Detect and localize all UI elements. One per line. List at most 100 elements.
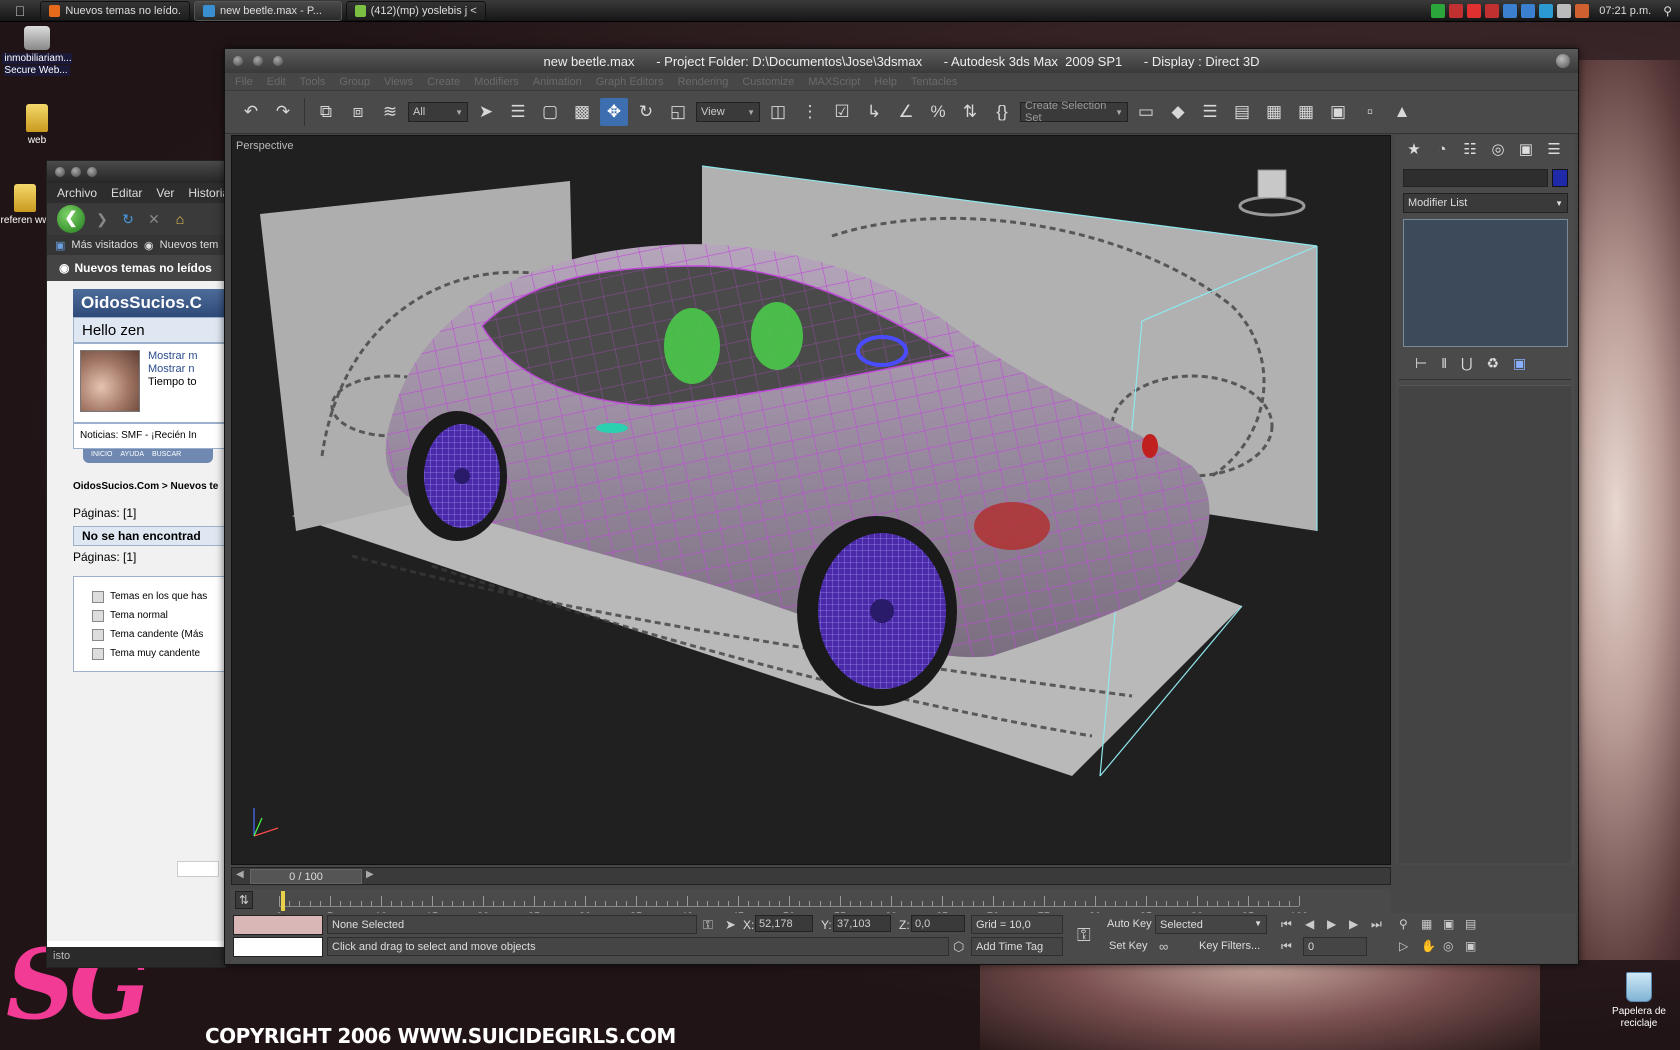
key-mode-dropdown[interactable]: Selected ▼ [1155,915,1267,934]
avatar[interactable] [80,350,140,412]
bookmark-most-visited[interactable]: Más visitados [71,239,138,251]
menu-item-help[interactable]: Help [874,76,897,88]
zoom-icon[interactable]: ⚲ [1399,917,1408,931]
browser-tab[interactable]: ◉ Nuevos temas no leídos [47,255,225,281]
tray-app-icon[interactable] [1503,4,1518,18]
user-link[interactable]: Mostrar n [148,363,198,376]
menu-item-edit[interactable]: Edit [267,76,286,88]
select-by-name-icon[interactable]: ☰ [504,98,532,126]
keyboard-shortcut-icon[interactable]: ☑ [828,98,856,126]
desktop-icon-secure-web[interactable]: inmobiliariam... Secure Web... [0,26,74,77]
tray-app-icon[interactable] [1557,4,1572,18]
scale-icon[interactable]: ◱ [664,98,692,126]
utilities-tab-icon[interactable]: ☰ [1543,138,1565,160]
forward-icon[interactable]: ❯ [93,210,111,228]
align-icon[interactable]: ◆ [1164,98,1192,126]
pivot-center-icon[interactable]: ◫ [764,98,792,126]
forum-header[interactable]: OidosSucios.C [73,289,225,317]
schematic-view-icon[interactable]: ▦ [1260,98,1288,126]
render-production-icon[interactable]: ▲ [1388,98,1416,126]
maximize-viewport-icon[interactable]: ▣ [1465,939,1476,953]
adaptive-degradation-icon[interactable]: ⬡ [953,939,964,955]
perspective-viewport[interactable]: Perspective [231,135,1391,865]
select-icon[interactable]: ➤ [472,98,500,126]
home-icon[interactable]: ⌂ [171,210,189,228]
rotate-icon[interactable]: ↻ [632,98,660,126]
search-icon[interactable]: ⚲ [1663,4,1672,18]
go-to-end-icon[interactable]: ⏭ [1371,917,1382,932]
named-selection-icon[interactable]: {} [988,98,1016,126]
menu-item-modifiers[interactable]: Modifiers [474,76,519,88]
percent-snap-icon[interactable]: % [924,98,952,126]
remove-modifier-icon[interactable]: ♻ [1486,355,1499,372]
chevron-right-icon[interactable]: ▶ [366,869,374,880]
back-icon[interactable]: ❮ [57,205,85,233]
modifier-list-dropdown[interactable]: Modifier List ▼ [1403,193,1568,213]
lock-icon[interactable]: ⚿ [703,917,713,933]
browser-menu-item[interactable]: Archivo [57,186,97,200]
menu-item-animation[interactable]: Animation [533,76,582,88]
show-end-result-icon[interactable]: ‖ [1441,355,1447,371]
menu-item-views[interactable]: Views [384,76,413,88]
undo-icon[interactable]: ↶ [237,98,265,126]
key-icon[interactable]: ⇅ [235,891,253,909]
menu-item-tools[interactable]: Tools [300,76,326,88]
reference-coord-dropdown[interactable]: View ▼ [696,102,760,122]
curve-editor-icon[interactable]: ▤ [1228,98,1256,126]
display-tab-icon[interactable]: ▣ [1515,138,1537,160]
snap-icon[interactable]: ↳ [860,98,888,126]
breadcrumb[interactable]: OidosSucios.Com > Nuevos te [73,481,225,492]
layer-manager-icon[interactable]: ☰ [1196,98,1224,126]
minimize-icon[interactable] [71,167,81,177]
taskbar-task[interactable]: (412)(mp) yoslebis j <y... [346,0,486,21]
tray-app-icon[interactable] [1539,4,1554,18]
chevron-left-icon[interactable]: ◀ [236,869,244,880]
object-name-field[interactable] [1403,169,1548,187]
user-link[interactable]: Mostrar m [148,350,198,363]
play-icon[interactable]: ▶ [1327,917,1336,931]
apple-menu-icon[interactable]:  [0,3,40,19]
redo-icon[interactable]: ↷ [269,98,297,126]
key-mode-toggle-icon[interactable]: ⏮ [1281,939,1292,954]
tray-app-icon[interactable] [1485,4,1500,18]
create-tab-icon[interactable]: ★ [1403,138,1425,160]
time-slider-thumb[interactable]: 0 / 100 [250,869,362,884]
z-coordinate-field[interactable]: 0,0 [911,915,965,932]
maxscript-listener-bottom[interactable] [233,937,323,957]
go-to-start-icon[interactable]: ⏮ [1281,917,1292,932]
menu-tab-inicio[interactable]: INICIO [91,451,112,461]
menu-item-file[interactable]: File [235,76,253,88]
rendered-frame-icon[interactable]: ▫ [1356,98,1384,126]
browser-menu-item[interactable]: Historial [188,186,225,200]
key-icon[interactable]: ⚿ [1077,925,1091,946]
desktop-icon-web[interactable]: web [0,104,74,147]
add-time-tag-button[interactable]: Add Time Tag [971,937,1063,956]
menu-item-tentacles[interactable]: Tentacles [911,76,957,88]
hierarchy-tab-icon[interactable]: ☷ [1459,138,1481,160]
maximize-icon[interactable] [87,167,97,177]
angle-snap-icon[interactable]: ∠ [892,98,920,126]
zoom-extents-all-icon[interactable]: ▤ [1465,917,1476,931]
auto-key-button[interactable]: Auto Key [1107,918,1152,930]
selection-filter-dropdown[interactable]: All ▼ [408,102,468,122]
pan-icon[interactable]: ✋ [1421,939,1436,953]
tray-app-icon[interactable] [1467,4,1482,18]
configure-sets-icon[interactable]: ▣ [1513,355,1526,372]
orbit-icon[interactable]: ◎ [1443,939,1453,953]
key-tangent-icon[interactable]: ∞ [1159,939,1168,954]
zoom-all-icon[interactable]: ▦ [1421,917,1432,931]
zoom-extents-icon[interactable]: ▣ [1443,917,1454,931]
menu-tab-buscar[interactable]: BUSCAR [152,451,181,461]
menu-item-group[interactable]: Group [339,76,370,88]
unlink-icon[interactable]: ⧈ [344,98,372,126]
footer-badge[interactable] [177,861,219,877]
previous-frame-icon[interactable]: ◀ [1305,917,1314,931]
browser-menu-item[interactable]: Editar [111,186,142,200]
menu-tab-ayuda[interactable]: AYUDA [120,451,144,461]
taskbar-task[interactable]: new beetle.max - P... [194,0,342,21]
desktop-icon-referen[interactable]: referen ww [0,184,50,227]
tray-app-icon[interactable] [1575,4,1590,18]
collapse-icon[interactable] [1556,54,1570,68]
set-key-button[interactable]: Set Key [1109,940,1148,952]
next-frame-icon[interactable]: ▶ [1349,917,1358,931]
